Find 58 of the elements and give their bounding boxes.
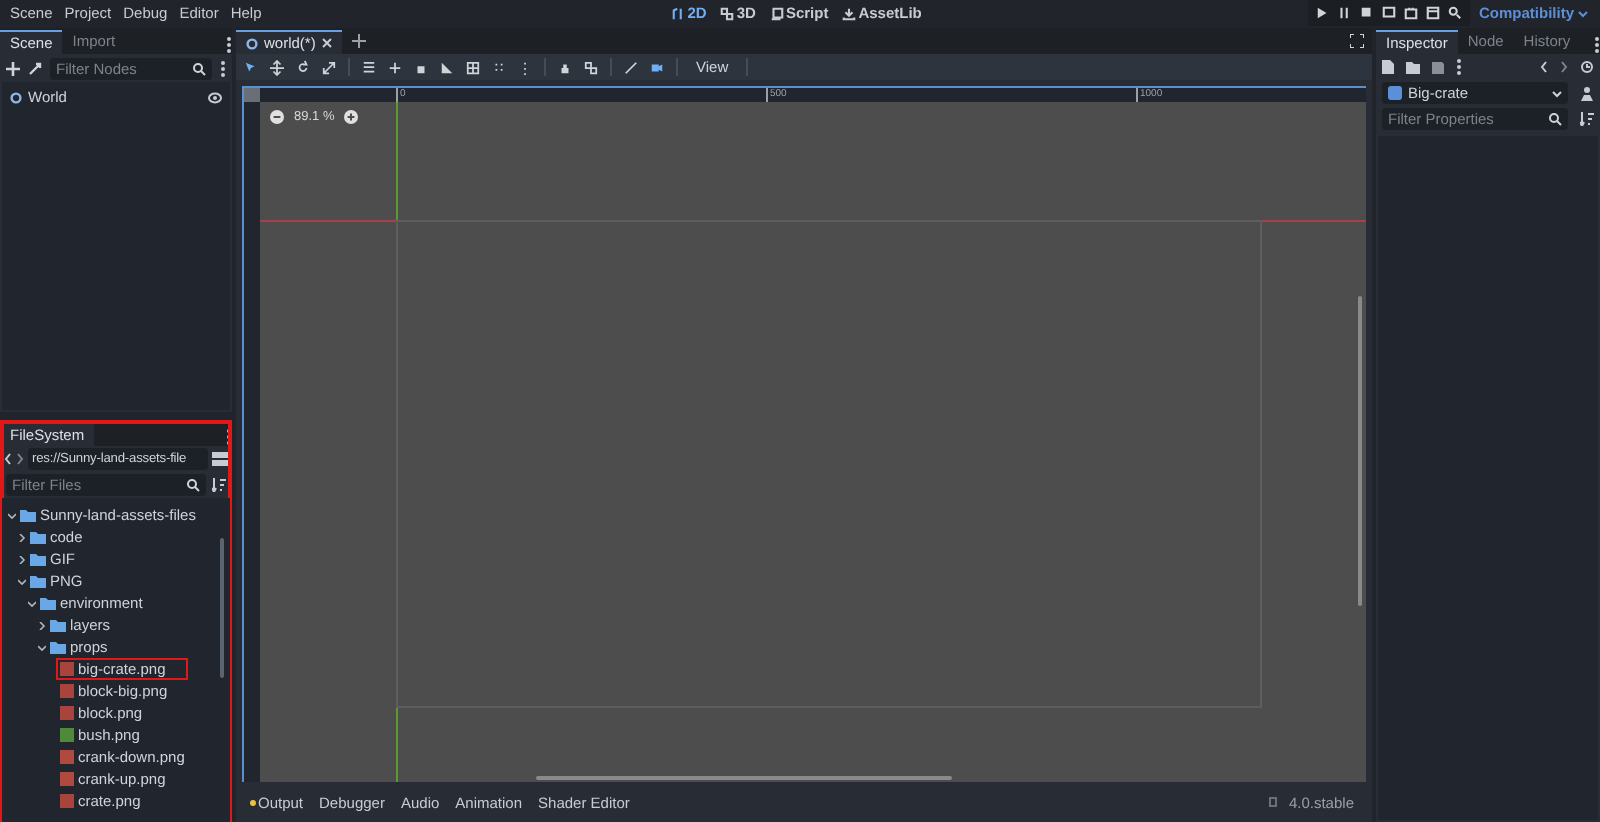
forward-icon[interactable] [16, 452, 24, 466]
sort-icon[interactable] [212, 478, 226, 492]
scrollbar[interactable] [220, 538, 224, 678]
camera-icon[interactable] [650, 59, 664, 75]
back-icon[interactable] [1540, 60, 1548, 74]
close-icon[interactable] [321, 38, 332, 48]
more-icon[interactable] [226, 36, 232, 54]
zoom-in-icon[interactable] [344, 110, 359, 124]
more-icon[interactable] [1456, 58, 1462, 76]
copy-icon[interactable] [1268, 796, 1281, 808]
stop-icon[interactable] [1360, 6, 1375, 20]
search-icon [192, 61, 206, 75]
back-icon[interactable] [4, 452, 12, 466]
list-icon[interactable] [362, 59, 376, 75]
ring-icon [10, 91, 22, 103]
eye-icon[interactable] [208, 91, 222, 103]
dots-grid-icon[interactable] [492, 59, 506, 75]
link-icon[interactable] [28, 61, 42, 75]
move-icon[interactable] [270, 59, 284, 75]
scrollbar[interactable] [1358, 296, 1362, 606]
search-icon [1548, 112, 1562, 126]
grid-icon[interactable] [466, 59, 480, 75]
fullscreen-icon[interactable] [1350, 34, 1364, 48]
add-tab-icon[interactable] [351, 34, 366, 48]
pause-icon[interactable] [1338, 6, 1353, 20]
sort-icon[interactable] [1580, 112, 1594, 126]
rotate-icon[interactable] [296, 59, 310, 75]
list-view-icon[interactable] [212, 452, 228, 466]
add-icon[interactable] [6, 61, 20, 75]
zoom-out-icon[interactable] [270, 110, 284, 124]
history-icon[interactable] [1580, 60, 1594, 74]
scrollbar[interactable] [536, 776, 952, 780]
forward-icon[interactable] [1560, 60, 1568, 74]
caret-icon[interactable] [1578, 9, 1588, 17]
ring-icon [246, 37, 258, 49]
more-icon[interactable] [518, 59, 532, 75]
person-icon[interactable] [1580, 85, 1594, 101]
ruler-corner [244, 88, 260, 102]
screen-icon[interactable] [1382, 6, 1397, 20]
scale-icon[interactable] [322, 59, 336, 75]
cursor-icon[interactable] [244, 59, 258, 75]
squares-icon [720, 5, 735, 21]
window-icon[interactable] [1426, 6, 1441, 20]
axes-icon [671, 5, 686, 21]
group-icon[interactable] [584, 59, 598, 75]
square-icon [1388, 86, 1402, 100]
search-icon [186, 478, 200, 492]
play-icon[interactable] [1316, 6, 1331, 20]
more-icon[interactable] [220, 59, 226, 77]
magnifier-icon[interactable] [1448, 6, 1463, 20]
folder-icon[interactable] [1406, 61, 1420, 73]
ruler-icon[interactable] [440, 59, 454, 75]
download-icon [842, 5, 857, 21]
more-icon[interactable] [1594, 36, 1600, 54]
lock-icon[interactable] [558, 59, 572, 75]
new-file-icon[interactable] [1382, 60, 1394, 74]
clapper-icon[interactable] [1404, 6, 1419, 20]
save-icon[interactable] [1432, 61, 1444, 73]
